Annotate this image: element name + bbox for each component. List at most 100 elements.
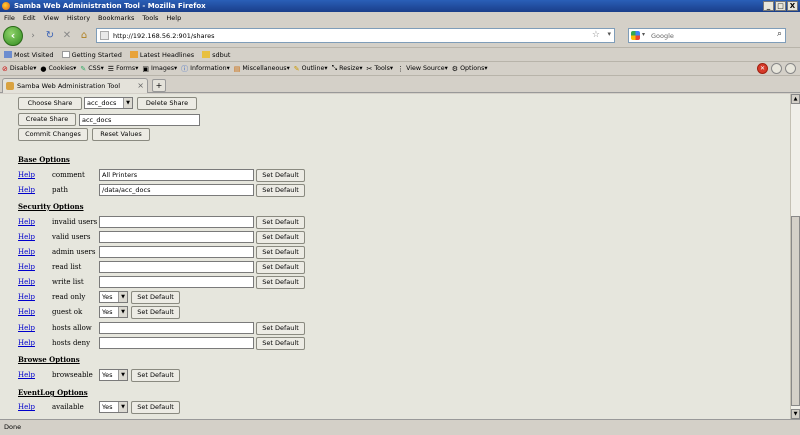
help-link[interactable]: Help xyxy=(18,263,35,271)
search-icon[interactable]: ⌕ xyxy=(777,29,782,39)
help-link[interactable]: Help xyxy=(18,186,35,194)
set-default-button[interactable]: Set Default xyxy=(131,291,180,304)
dev-images[interactable]: ▣ Images▾ xyxy=(142,65,177,73)
error-status-icon[interactable]: ✕ xyxy=(757,63,768,74)
path-input[interactable]: /data/acc_docs xyxy=(99,184,254,196)
menu-history[interactable]: History xyxy=(67,14,90,22)
guest-ok-select[interactable]: Yes ▼ xyxy=(99,306,128,318)
dev-information[interactable]: ⓘ Information▾ xyxy=(181,64,230,74)
bookmark-star-icon[interactable]: ☆ xyxy=(592,30,600,40)
new-tab-button[interactable]: + xyxy=(152,79,166,92)
help-link[interactable]: Help xyxy=(18,339,35,347)
admin-users-input[interactable] xyxy=(99,246,254,258)
dev-resize[interactable]: ⤡ Resize▾ xyxy=(332,64,363,73)
bookmark-most-visited[interactable]: Most Visited xyxy=(4,51,54,59)
set-default-button[interactable]: Set Default xyxy=(256,322,305,335)
dev-forms[interactable]: ☰ Forms▾ xyxy=(108,65,139,73)
set-default-button[interactable]: Set Default xyxy=(131,401,180,414)
vertical-scrollbar[interactable]: ▲ ▼ xyxy=(790,94,800,419)
reload-icon[interactable]: ↻ xyxy=(43,29,57,43)
set-default-button[interactable]: Set Default xyxy=(256,261,305,274)
dev-css[interactable]: ✎ CSS▾ xyxy=(80,65,103,73)
help-link[interactable]: Help xyxy=(18,233,35,241)
maximize-button[interactable]: □ xyxy=(775,1,786,11)
menu-help[interactable]: Help xyxy=(166,14,181,22)
scroll-down-arrow-icon[interactable]: ▼ xyxy=(791,409,800,419)
set-default-button[interactable]: Set Default xyxy=(256,184,305,197)
hosts-deny-input[interactable] xyxy=(99,337,254,349)
set-default-button[interactable]: Set Default xyxy=(256,216,305,229)
scroll-up-arrow-icon[interactable]: ▲ xyxy=(791,94,800,104)
menu-bookmarks[interactable]: Bookmarks xyxy=(98,14,134,22)
menu-bar: File Edit View History Bookmarks Tools H… xyxy=(0,12,800,24)
reset-values-button[interactable]: Reset Values xyxy=(92,128,150,141)
read-list-input[interactable] xyxy=(99,261,254,273)
dev-disable[interactable]: ⊘ Disable▾ xyxy=(2,65,36,73)
comment-input[interactable]: All Printers xyxy=(99,169,254,181)
choose-share-button[interactable]: Choose Share xyxy=(18,97,82,110)
available-select[interactable]: Yes ▼ xyxy=(99,401,128,413)
set-default-button[interactable]: Set Default xyxy=(131,369,180,382)
home-icon[interactable]: ⌂ xyxy=(77,29,91,43)
set-default-button[interactable]: Set Default xyxy=(131,306,180,319)
browseable-select[interactable]: Yes ▼ xyxy=(99,369,128,381)
help-link[interactable]: Help xyxy=(18,403,35,411)
hosts-allow-label: hosts allow xyxy=(52,324,92,332)
valid-users-input[interactable] xyxy=(99,231,254,243)
set-default-button[interactable]: Set Default xyxy=(256,337,305,350)
view-source-icon: ⋮ xyxy=(397,64,405,73)
tab-samba-web-admin[interactable]: Samba Web Administration Tool × xyxy=(2,78,148,93)
set-default-button[interactable]: Set Default xyxy=(256,276,305,289)
section-eventlog-options: EventLog Options xyxy=(18,388,88,397)
invalid-users-input[interactable] xyxy=(99,216,254,228)
bookmark-sdbut[interactable]: sdbut xyxy=(202,51,230,59)
dev-options[interactable]: ⚙ Options▾ xyxy=(452,65,488,73)
help-link[interactable]: Help xyxy=(18,293,35,301)
write-list-input[interactable] xyxy=(99,276,254,288)
set-default-button[interactable]: Set Default xyxy=(256,231,305,244)
menu-file[interactable]: File xyxy=(4,14,15,22)
help-link[interactable]: Help xyxy=(18,371,35,379)
miscellaneous-icon: ▤ xyxy=(233,64,241,73)
chevron-down-icon: ▼ xyxy=(118,402,127,412)
url-dropdown-icon[interactable]: ▾ xyxy=(607,30,611,38)
hosts-allow-input[interactable] xyxy=(99,322,254,334)
close-button[interactable]: X xyxy=(787,1,798,11)
share-select[interactable]: acc_docs ▼ xyxy=(84,97,133,109)
help-link[interactable]: Help xyxy=(18,248,35,256)
help-link[interactable]: Help xyxy=(18,218,35,226)
forward-arrow-icon[interactable]: › xyxy=(26,29,40,43)
help-link[interactable]: Help xyxy=(18,171,35,179)
help-link[interactable]: Help xyxy=(18,278,35,286)
menu-tools[interactable]: Tools xyxy=(142,14,158,22)
tab-close-icon[interactable]: × xyxy=(137,79,144,93)
info-status-icon[interactable] xyxy=(785,63,796,74)
warning-status-icon[interactable] xyxy=(771,63,782,74)
help-link[interactable]: Help xyxy=(18,308,35,316)
dev-outline[interactable]: ✎ Outline▾ xyxy=(294,65,328,73)
delete-share-button[interactable]: Delete Share xyxy=(137,97,197,110)
set-default-button[interactable]: Set Default xyxy=(256,169,305,182)
create-share-button[interactable]: Create Share xyxy=(18,113,76,126)
bookmark-latest-headlines[interactable]: Latest Headlines xyxy=(129,51,194,59)
read-only-select[interactable]: Yes ▼ xyxy=(99,291,128,303)
search-engine-dropdown-icon[interactable]: ▾ xyxy=(642,31,645,38)
search-box[interactable]: ▾ Google ⌕ xyxy=(628,28,786,43)
status-text: Done xyxy=(4,423,22,431)
help-link[interactable]: Help xyxy=(18,324,35,332)
menu-view[interactable]: View xyxy=(43,14,58,22)
dev-cookies[interactable]: ● Cookies▾ xyxy=(40,65,76,73)
set-default-button[interactable]: Set Default xyxy=(256,246,305,259)
scrollbar-thumb[interactable] xyxy=(791,216,800,406)
dev-miscellaneous[interactable]: ▤ Miscellaneous▾ xyxy=(234,65,290,73)
bookmark-getting-started[interactable]: Getting Started xyxy=(61,51,122,59)
url-bar[interactable]: http://192.168.56.2:901/shares ☆ ▾ xyxy=(96,28,615,43)
create-share-input[interactable]: acc_docs xyxy=(79,114,200,126)
minimize-button[interactable]: _ xyxy=(763,1,774,11)
menu-edit[interactable]: Edit xyxy=(23,14,36,22)
stop-icon[interactable]: ✕ xyxy=(60,29,74,43)
back-arrow-icon[interactable]: ‹ xyxy=(3,25,23,46)
dev-tools[interactable]: ✂ Tools▾ xyxy=(367,65,394,73)
commit-changes-button[interactable]: Commit Changes xyxy=(18,128,88,141)
dev-view-source[interactable]: ⋮ View Source▾ xyxy=(397,65,448,73)
